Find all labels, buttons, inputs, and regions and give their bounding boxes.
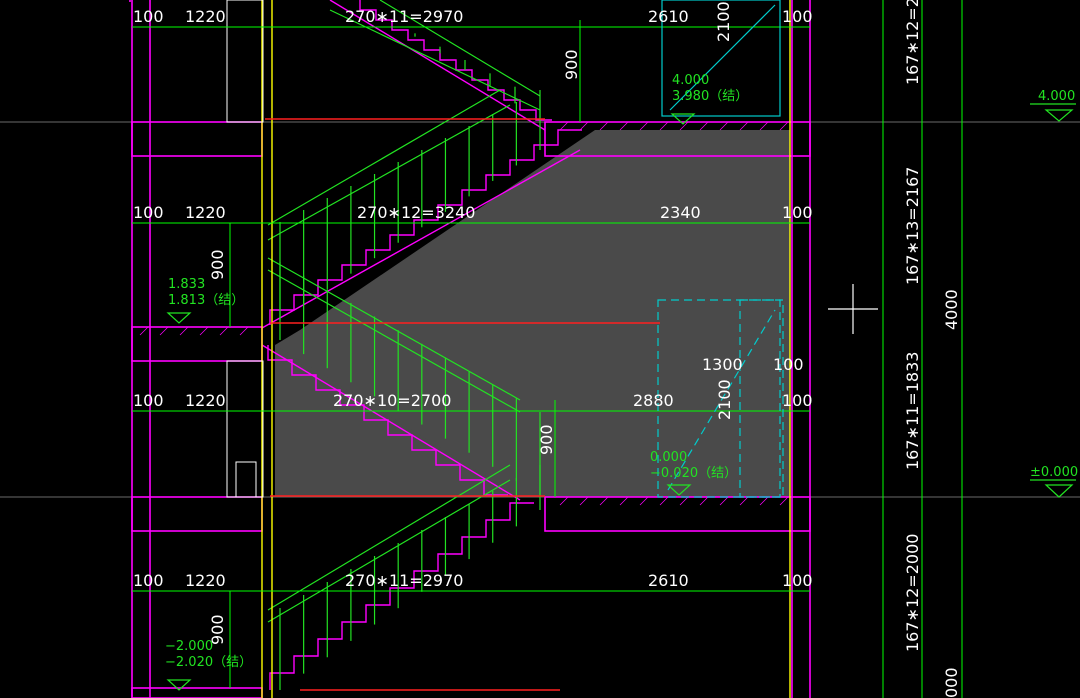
dim-left-3: 100 bbox=[133, 391, 164, 410]
dim-left-2: 100 bbox=[133, 203, 164, 222]
window-height-1: 2100 bbox=[714, 1, 733, 42]
right-dim-4: 167∗11=1833 bbox=[903, 352, 922, 470]
dim-landing-2: 1220 bbox=[185, 203, 226, 222]
row-4-dims: 100 1220 270∗11=2970 2610 100 bbox=[133, 571, 813, 590]
railing-height-1: 900 bbox=[562, 49, 581, 80]
railing-height-3: 900 bbox=[537, 424, 556, 455]
level-label-1-bottom: 3.980（结） bbox=[672, 89, 748, 104]
dim-right-3: 100 bbox=[782, 391, 813, 410]
window-height-2: 2100 bbox=[715, 379, 734, 420]
stair-section-drawing: 100 1220 270∗11=2970 2610 100 100 1220 2… bbox=[0, 0, 1080, 698]
right-dim-3: 4000 bbox=[942, 289, 961, 330]
dim-flight-1: 270∗11=2970 bbox=[345, 7, 463, 26]
dim-right-1: 100 bbox=[782, 7, 813, 26]
dim-flight-3: 270∗10=2700 bbox=[333, 391, 451, 410]
dim-right-4: 100 bbox=[782, 571, 813, 590]
dim-space-3: 2880 bbox=[633, 391, 674, 410]
row-1-dims: 100 1220 270∗11=2970 2610 100 bbox=[133, 7, 813, 26]
level-label-4-top: −2.000 bbox=[165, 639, 213, 654]
level-label-4-bottom: −2.020（结） bbox=[165, 655, 252, 670]
level-label-2-top: 1.833 bbox=[168, 277, 205, 292]
dim-flight-4: 270∗11=2970 bbox=[345, 571, 463, 590]
railing-height-2: 900 bbox=[208, 249, 227, 280]
dim-landing-3: 1220 bbox=[185, 391, 226, 410]
dim-flight-2: 270∗12=3240 bbox=[357, 203, 475, 222]
dim-left-4: 100 bbox=[133, 571, 164, 590]
dim-window-width: 1300 bbox=[702, 355, 743, 374]
right-dim-5: 167∗12=2000 bbox=[903, 534, 922, 652]
right-dim-1: 167∗12=2... bbox=[903, 0, 922, 85]
level-label-1-top: 4.000 bbox=[672, 73, 709, 88]
columns bbox=[226, 0, 264, 498]
section-fill bbox=[275, 130, 790, 497]
dim-left-1: 100 bbox=[133, 7, 164, 26]
dim-space-1: 2610 bbox=[648, 7, 689, 26]
level-label-3-top: 0.000 bbox=[650, 450, 687, 465]
dim-landing-4: 1220 bbox=[185, 571, 226, 590]
dim-space-2: 2340 bbox=[660, 203, 701, 222]
dim-window-side: 100 bbox=[773, 355, 804, 374]
right-dim-2: 167∗13=2167 bbox=[903, 167, 922, 285]
level-label-3-bottom: −0.020（结） bbox=[650, 466, 737, 481]
level-label-2-bottom: 1.813（结） bbox=[168, 293, 244, 308]
right-dim-6: 000 bbox=[942, 667, 961, 698]
elevation-mark-zero: ±0.000 bbox=[1030, 465, 1078, 480]
crosshair-cursor-icon bbox=[828, 284, 878, 334]
elevation-mark-top: 4.000 bbox=[1038, 89, 1075, 104]
dim-space-4: 2610 bbox=[648, 571, 689, 590]
dim-right-2: 100 bbox=[782, 203, 813, 222]
dim-landing-1: 1220 bbox=[185, 7, 226, 26]
